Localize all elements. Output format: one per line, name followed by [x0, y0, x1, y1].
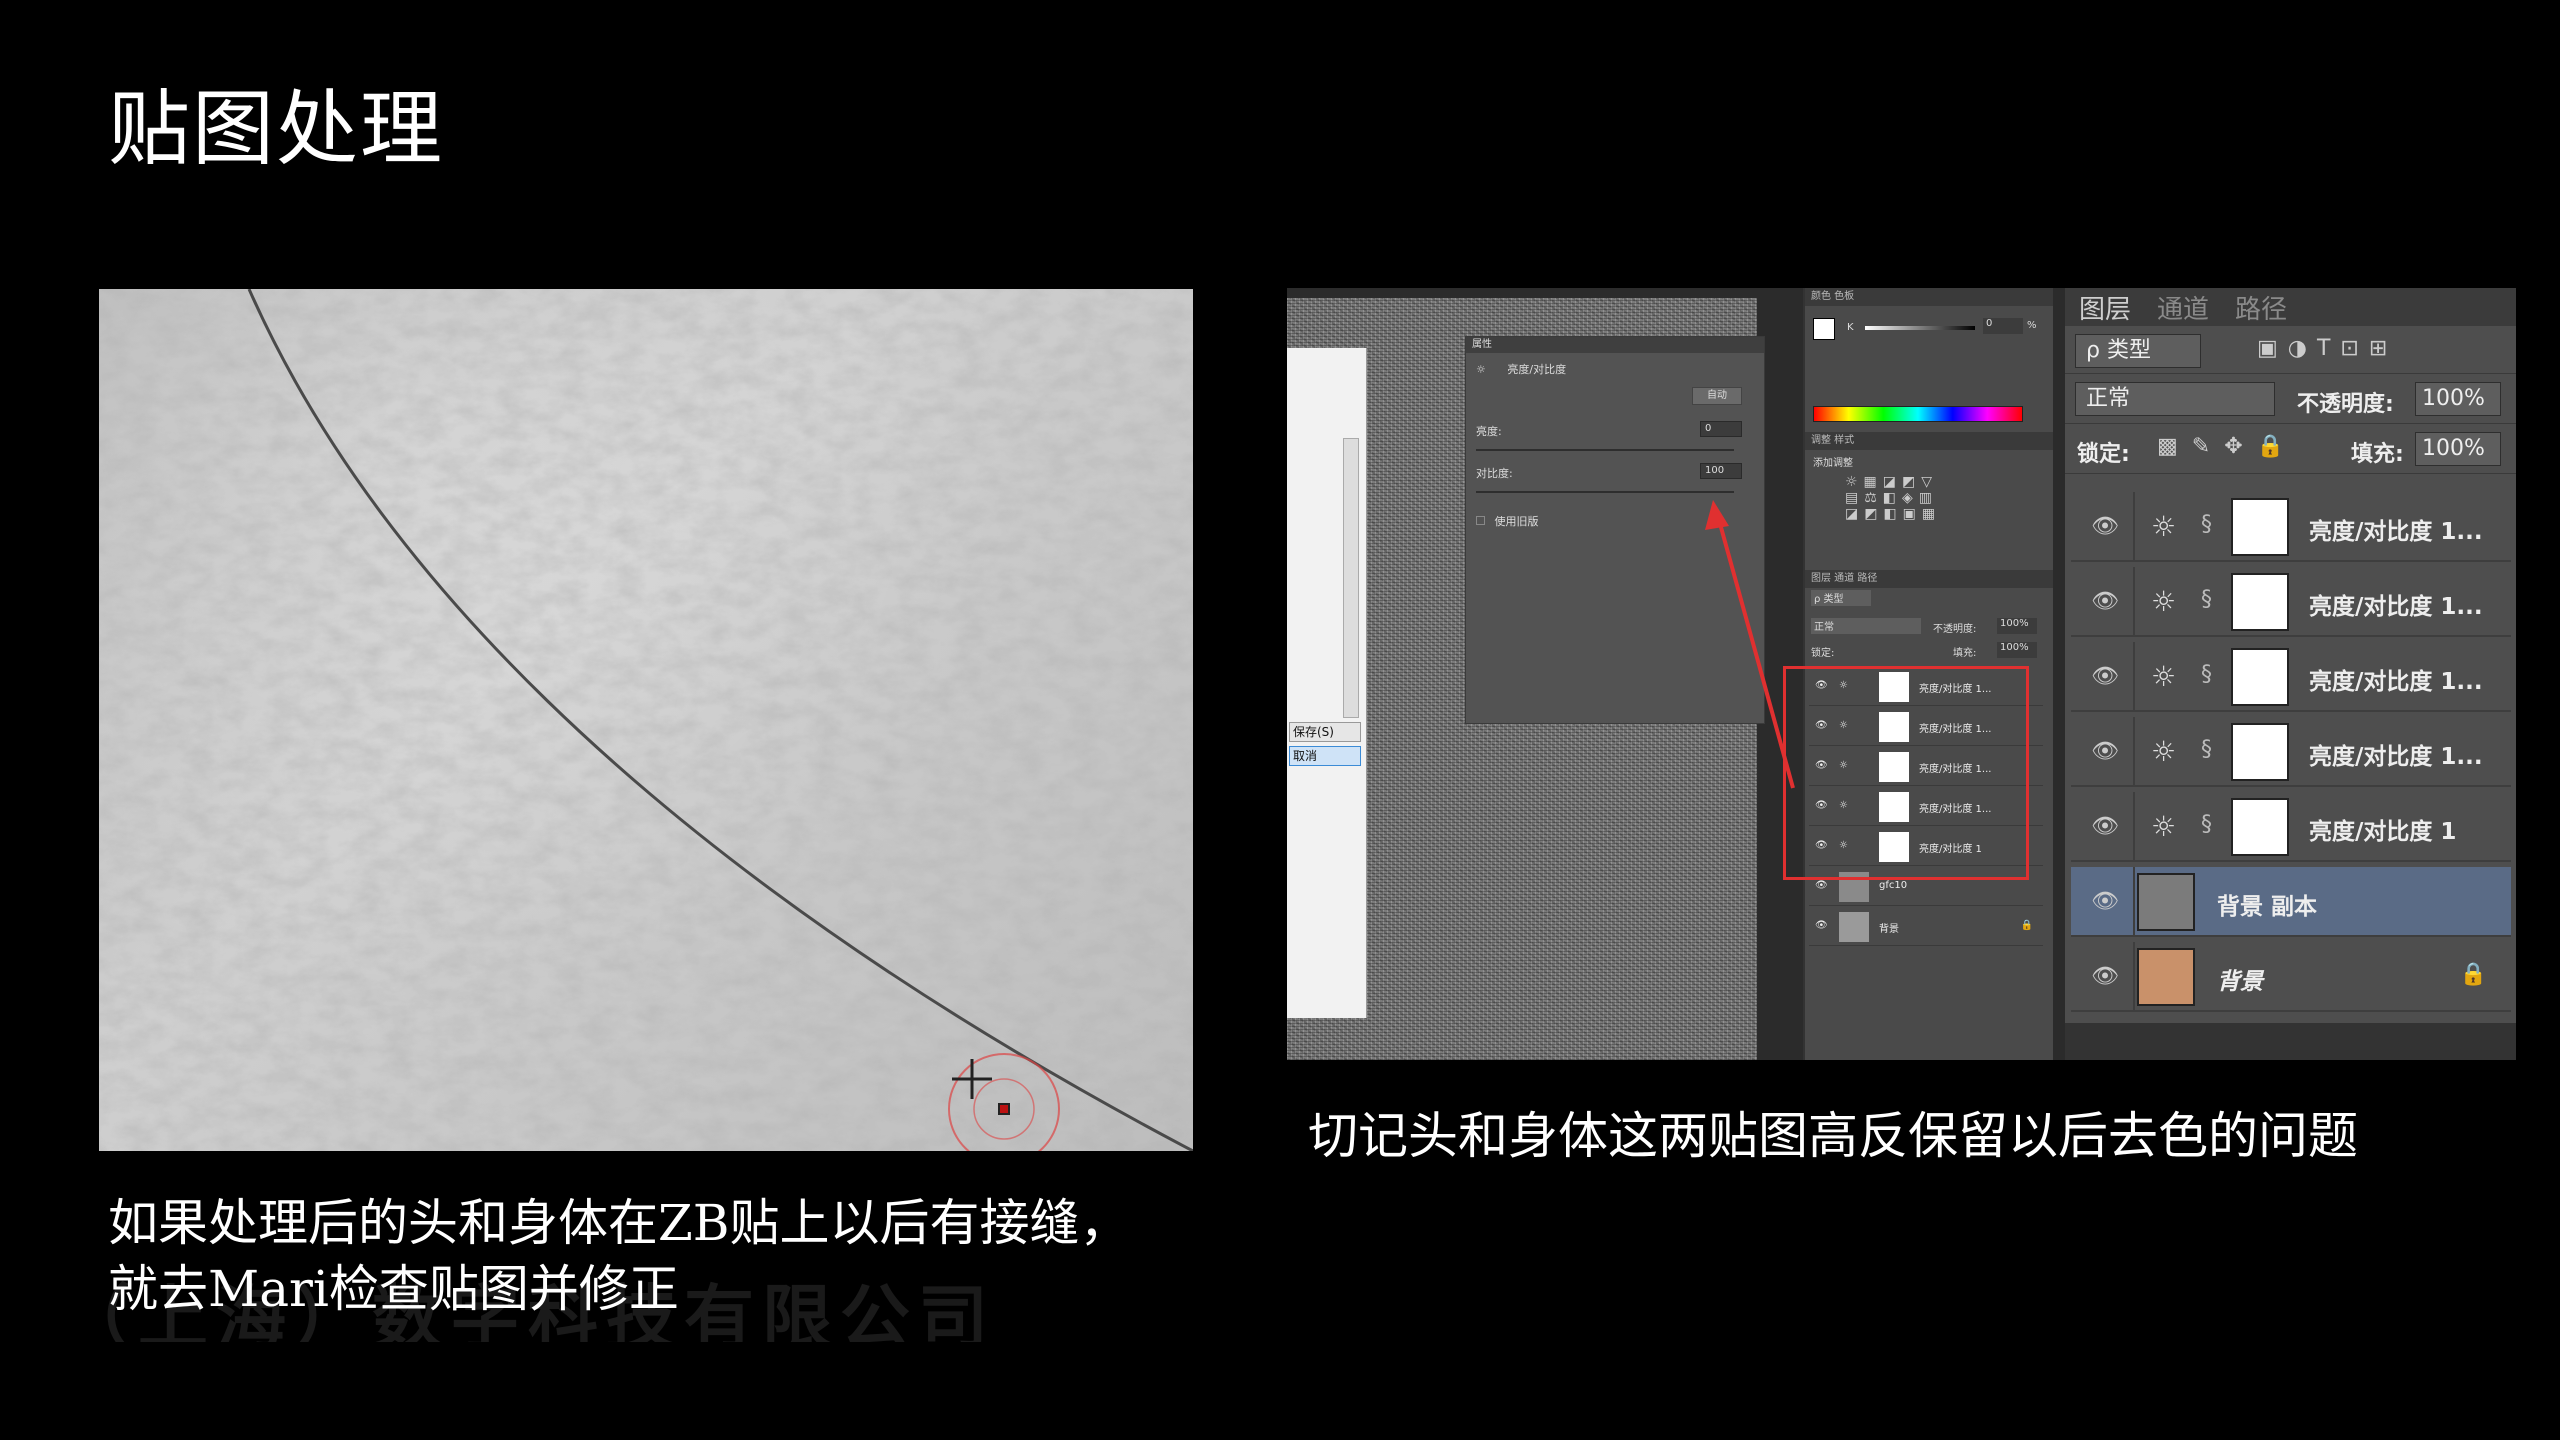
eye-icon[interactable]: 👁: [2091, 814, 2119, 839]
layer-name: gfc10: [1879, 880, 1908, 891]
color-value[interactable]: 0: [1983, 318, 2023, 334]
mini-opacity-label: 不透明度:: [1933, 624, 1977, 635]
brightness-adjust-icon: ☼: [2151, 510, 2177, 543]
brightness-adjust-icon: ☼: [2151, 660, 2177, 693]
link-icon[interactable]: §: [2201, 587, 2212, 612]
mini-blend-mode[interactable]: 正常: [1811, 618, 1921, 634]
layer-name: 亮度/对比度 1...: [2309, 519, 2483, 545]
eye-icon[interactable]: 👁: [2091, 514, 2119, 539]
layer-name: 亮度/对比度 1: [2309, 819, 2457, 845]
mini-fill-label: 填充:: [1953, 648, 1977, 659]
slide-title: 贴图处理: [108, 82, 445, 177]
layer-mask-thumb: [2231, 723, 2289, 781]
texture-overlay: [99, 289, 1193, 1151]
layer-thumb: [1839, 912, 1869, 942]
adjustment-icons[interactable]: ☼▦◪◩▽ ▤⚖◧◈▥ ◪◩◧▣▦: [1845, 474, 1941, 522]
link-icon[interactable]: §: [2201, 812, 2212, 837]
layers-panel: 图层 通道 路径 ρ 类型 ▣◑T⊡⊞ 正常 不透明度: 100% 锁定: ▩✎…: [2065, 288, 2516, 1060]
fill-input[interactable]: 100%: [2415, 432, 2501, 466]
color-spectrum[interactable]: [1813, 406, 2023, 422]
eye-icon[interactable]: 👁: [1815, 920, 1828, 931]
eye-icon[interactable]: 👁: [2091, 889, 2119, 914]
left-caption: 如果处理后的头和身体在ZB贴上以后有接缝， 就去Mari检查贴图并修正: [108, 1194, 1130, 1318]
tab-paths[interactable]: 路径: [2235, 289, 2287, 326]
layer-row[interactable]: 👁 ☼ § 亮度/对比度 1...: [2071, 492, 2511, 562]
lock-icon: 🔒: [2459, 962, 2487, 987]
fill-label: 填充:: [2351, 442, 2404, 467]
layer-thumb: [2137, 873, 2195, 931]
layer-mask-thumb: [2231, 648, 2289, 706]
layer-row[interactable]: 👁 ☼ § 亮度/对比度 1: [2071, 792, 2511, 862]
layer-name: 背景: [1879, 924, 1899, 935]
link-icon[interactable]: §: [2201, 662, 2212, 687]
layer-mask-thumb: [2231, 498, 2289, 556]
color-unit: %: [2027, 320, 2037, 331]
layer-row[interactable]: 👁 ☼ § 亮度/对比度 1...: [2071, 642, 2511, 712]
mini-layer-row[interactable]: 👁 背景 🔒: [1809, 908, 2043, 946]
mini-lock-label: 锁定:: [1811, 648, 1835, 659]
link-icon[interactable]: §: [2201, 737, 2212, 762]
right-caption: 切记头和身体这两贴图高反保留以后去色的问题: [1308, 1107, 2358, 1165]
layer-mask-thumb: [2231, 798, 2289, 856]
layer-name: 背景 副本: [2217, 894, 2318, 920]
eye-icon[interactable]: 👁: [2091, 964, 2119, 989]
layer-row[interactable]: 👁 背景 🔒: [2071, 942, 2511, 1012]
brightness-adjust-icon: ☼: [2151, 810, 2177, 843]
layer-name: 背景: [2217, 969, 2263, 995]
lock-options-icons[interactable]: ▩✎✥🔒: [2157, 434, 2298, 459]
mini-fill-value[interactable]: 100%: [1997, 642, 2037, 658]
lock-label: 锁定:: [2077, 442, 2130, 467]
link-icon[interactable]: §: [2201, 512, 2212, 537]
layers-panel-tabs: 图层 通道 路径: [2065, 288, 2516, 326]
eye-icon[interactable]: 👁: [2091, 664, 2119, 689]
mini-opacity-value[interactable]: 100%: [1997, 618, 2037, 634]
eye-icon[interactable]: 👁: [2091, 739, 2119, 764]
mini-layers-tabs[interactable]: 图层 通道 路径: [1805, 570, 2053, 588]
opacity-label: 不透明度:: [2297, 392, 2394, 417]
layer-name: 亮度/对比度 1...: [2309, 594, 2483, 620]
adjust-tabs[interactable]: 调整 样式: [1805, 432, 2053, 450]
brightness-adjust-icon: ☼: [2151, 585, 2177, 618]
tab-channels[interactable]: 通道: [2157, 289, 2209, 326]
adjust-heading: 添加调整: [1813, 458, 1853, 469]
photoshop-screenshot: 保存(S) 取消 属性 ☼ 亮度/对比度 自动 亮度: 0 对比度: 100 使…: [1287, 288, 2516, 1060]
lock-icon: 🔒: [2020, 920, 2033, 931]
blend-mode-select[interactable]: 正常: [2075, 382, 2275, 416]
brightness-adjust-icon: ☼: [2151, 735, 2177, 768]
layer-name: 亮度/对比度 1...: [2309, 669, 2483, 695]
layer-kind-filter[interactable]: ρ 类型: [2075, 334, 2201, 368]
seam-texture-image: [99, 289, 1193, 1151]
layer-mask-thumb: [2231, 573, 2289, 631]
highlight-frame: [1783, 666, 2029, 880]
color-channel: K: [1847, 322, 1854, 333]
mini-kind-filter[interactable]: ρ 类型: [1811, 590, 1871, 606]
color-tabs[interactable]: 颜色 色板: [1805, 288, 2053, 306]
layer-name: 亮度/对比度 1...: [2309, 744, 2483, 770]
layer-row-selected[interactable]: 👁 背景 副本: [2071, 867, 2511, 937]
color-slider[interactable]: [1865, 326, 1975, 330]
eye-icon[interactable]: 👁: [2091, 589, 2119, 614]
tab-layers[interactable]: 图层: [2079, 289, 2131, 326]
filter-icons[interactable]: ▣◑T⊡⊞: [2257, 336, 2397, 361]
eye-icon[interactable]: 👁: [1815, 880, 1828, 891]
opacity-input[interactable]: 100%: [2415, 382, 2501, 416]
layer-row[interactable]: 👁 ☼ § 亮度/对比度 1...: [2071, 717, 2511, 787]
layer-row[interactable]: 👁 ☼ § 亮度/对比度 1...: [2071, 567, 2511, 637]
foreground-swatch[interactable]: [1813, 318, 1835, 340]
face-texture-thumb: [2137, 948, 2195, 1006]
